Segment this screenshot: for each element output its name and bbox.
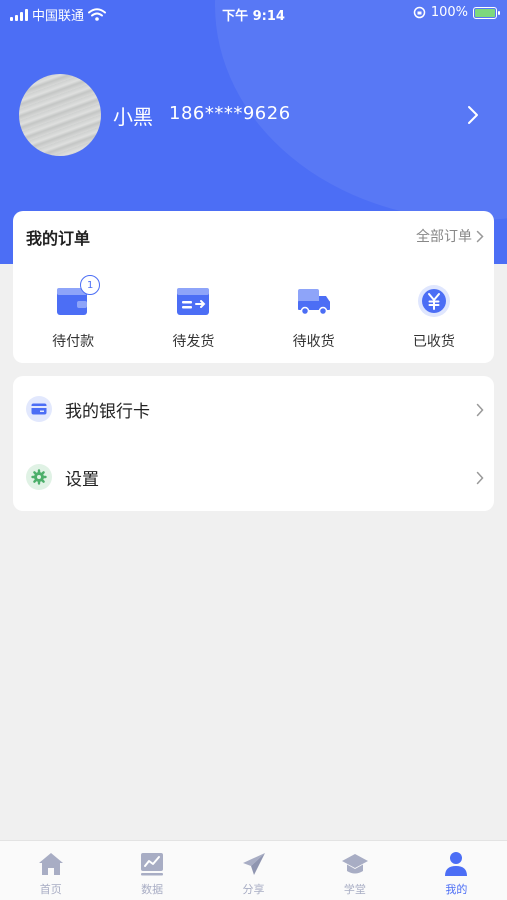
user-name: 小黑	[113, 105, 153, 129]
order-status-label: 待付款	[52, 334, 95, 350]
order-status-to-ship[interactable]: 待发货	[133, 281, 253, 351]
battery-percent: 100%	[430, 5, 468, 20]
menu-item-label: 我的银行卡	[65, 401, 150, 422]
card-send-icon	[173, 281, 213, 321]
chevron-right-icon	[476, 403, 484, 417]
tab-label: 首页	[39, 883, 62, 896]
menu-item-label: 设置	[65, 469, 99, 490]
tab-label: 我的	[445, 883, 468, 896]
tab-mine[interactable]: 我的	[406, 841, 507, 900]
status-right: 100%	[413, 5, 500, 20]
order-status-label: 待发货	[172, 334, 215, 350]
order-status-label: 待收货	[292, 334, 335, 350]
gear-icon	[26, 464, 52, 490]
order-status-label: 已收货	[412, 334, 455, 350]
user-icon	[442, 850, 470, 878]
tab-academy[interactable]: 学堂	[304, 841, 405, 900]
tab-label: 分享	[242, 883, 265, 896]
tab-data[interactable]: 数据	[101, 841, 202, 900]
yen-coin-icon	[414, 281, 454, 321]
menu-card: 我的银行卡 设置	[13, 376, 494, 511]
tab-label: 数据	[141, 883, 164, 896]
tab-label: 学堂	[343, 883, 366, 896]
pending-payment-badge: 1	[80, 275, 101, 295]
profile-chevron-right-icon[interactable]	[466, 104, 480, 126]
order-status-to-receive[interactable]: 待收货	[254, 281, 374, 351]
orders-card: 我的订单 全部订单 1 待付款 待发货 待收货 已收货	[13, 211, 494, 363]
all-orders-link[interactable]: 全部订单	[416, 226, 484, 246]
truck-icon	[294, 281, 334, 321]
all-orders-label: 全部订单	[416, 229, 472, 245]
orders-title: 我的订单	[26, 229, 91, 248]
bank-card-icon	[26, 396, 52, 422]
home-icon	[37, 850, 65, 878]
wallet-icon: 1	[53, 275, 101, 321]
chevron-right-icon	[476, 230, 484, 242]
tab-share[interactable]: 分享	[203, 841, 304, 900]
status-bar: 中国联通 下午 9:14 100%	[0, 0, 507, 28]
menu-item-settings[interactable]: 设置	[13, 444, 494, 510]
tab-home[interactable]: 首页	[0, 841, 101, 900]
tab-bar: 首页 数据 分享 学堂 我的	[0, 840, 507, 900]
menu-item-bank-card[interactable]: 我的银行卡	[13, 376, 494, 442]
chart-icon	[138, 850, 166, 878]
user-phone: 186****9626	[169, 103, 291, 124]
orientation-lock-icon	[413, 6, 426, 19]
order-status-pending-payment[interactable]: 1 待付款	[13, 275, 133, 351]
order-status-list: 1 待付款 待发货 待收货 已收货	[13, 275, 494, 351]
avatar[interactable]	[19, 74, 101, 156]
send-icon	[240, 850, 268, 878]
chevron-right-icon	[476, 471, 484, 485]
graduation-cap-icon	[341, 850, 369, 878]
battery-icon	[473, 6, 500, 19]
order-status-received[interactable]: 已收货	[374, 281, 494, 351]
